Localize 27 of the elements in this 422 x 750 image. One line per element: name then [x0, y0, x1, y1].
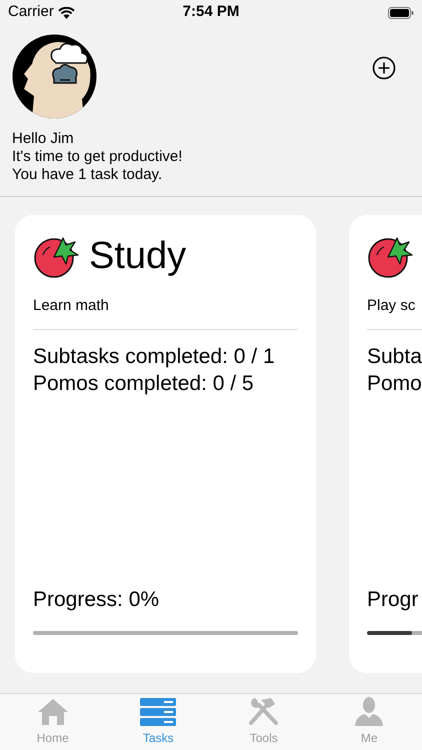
greeting-line: It's time to get productive!	[12, 148, 182, 166]
task-stat: Subtasks completed: 0 / 1	[33, 344, 275, 370]
add-icon[interactable]	[372, 56, 396, 80]
status-time: 7:54 PM	[182, 2, 240, 22]
progress-label: Progr	[367, 586, 418, 612]
task-title: Study	[89, 237, 186, 275]
task-description: Learn math	[33, 296, 109, 316]
task-card[interactable]: Study Learn math Subtasks completed: 0 / 1 Pomos completed: 0 / 5 Progress: 0%	[15, 215, 316, 673]
tab-item[interactable]: Tasks	[106, 694, 211, 750]
task-stat: Pomos completed: 0 / 5	[33, 370, 254, 396]
hammer-wrench-icon	[246, 696, 281, 726]
tab-item[interactable]: Tools	[211, 694, 316, 750]
greeting-line: You have 1 task today.	[12, 166, 162, 184]
house-icon	[36, 698, 69, 726]
task-description: Play sc	[367, 296, 416, 316]
stacked-bars-icon	[140, 698, 176, 726]
task-card[interactable]: Play sc Subta Pomo Progr	[349, 215, 422, 673]
person-silhouette-icon	[353, 696, 386, 726]
wifi-icon	[58, 6, 75, 18]
battery-icon	[388, 6, 414, 18]
task-stat: Subta	[367, 344, 422, 370]
task-stat: Pomo	[367, 370, 422, 396]
greeting-line: Hello Jim	[12, 130, 74, 148]
tab-item[interactable]: Me	[316, 694, 422, 750]
tab-item[interactable]: Home	[0, 694, 106, 750]
progress-label: Progress: 0%	[33, 586, 160, 612]
carrier-label: Carrier	[8, 2, 54, 22]
